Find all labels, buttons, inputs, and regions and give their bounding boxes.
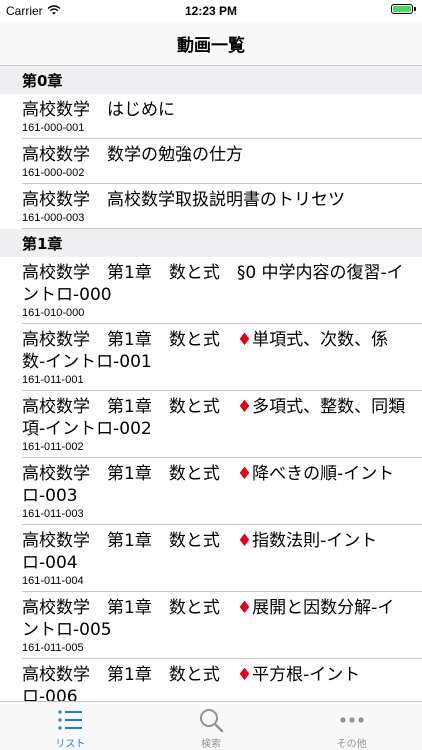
list-item[interactable]: 高校数学 第1章 数と式 ♦降べきの順-イントロ-003 161-011-003 xyxy=(0,458,422,525)
diamond-icon: ♦ xyxy=(236,330,253,350)
list-item-code: 161-000-003 xyxy=(22,212,85,224)
video-list[interactable]: 第0章 高校数学 はじめに 161-000-001 高校数学 数学の勉強の仕方 … xyxy=(0,66,422,702)
section-header-chapter-0: 第0章 xyxy=(0,66,422,94)
diamond-icon: ♦ xyxy=(236,397,253,417)
navigation-bar: 動画一覧 xyxy=(0,22,422,66)
list-item-code: 161-011-003 xyxy=(22,508,84,520)
section-header-chapter-1: 第1章 xyxy=(0,229,422,257)
list-item-title: 高校数学 第1章 数と式 ♦多項式、整数、同類項-イントロ-002 xyxy=(22,397,406,439)
more-icon xyxy=(338,706,366,733)
list-item[interactable]: 高校数学 第1章 数と式 §0 中学内容の復習-イントロ-000 161-010… xyxy=(0,257,422,324)
battery-icon xyxy=(391,4,416,14)
list-item-title: 高校数学 第1章 数と式 ♦指数法則-イントロ-004 xyxy=(22,531,378,573)
list-item-title: 高校数学 第1章 数と式 ♦平方根-イントロ-006 xyxy=(22,665,361,702)
diamond-icon: ♦ xyxy=(236,464,253,484)
list-item-code: 161-011-005 xyxy=(22,642,84,654)
status-time: 12:23 PM xyxy=(184,4,238,18)
list-item-title: 高校数学 第1章 数と式 §0 中学内容の復習-イントロ-000 xyxy=(22,263,404,305)
list-item[interactable]: 高校数学 第1章 数と式 ♦指数法則-イントロ-004 161-011-004 xyxy=(0,525,422,592)
list-item[interactable]: 高校数学 第1章 数と式 ♦展開と因数分解-イントロ-005 161-011-0… xyxy=(0,592,422,659)
list-item[interactable]: 高校数学 数学の勉強の仕方 161-000-002 xyxy=(0,139,422,184)
list-item-title: 高校数学 第1章 数と式 ♦展開と因数分解-イントロ-005 xyxy=(22,598,395,640)
list-item[interactable]: 高校数学 第1章 数と式 ♦平方根-イントロ-006 161-011-006 xyxy=(0,659,422,702)
list-item-title: 高校数学 第1章 数と式 ♦単項式、次数、係数-イントロ-001 xyxy=(22,330,389,372)
list-item-title: 高校数学 第1章 数と式 ♦降べきの順-イントロ-003 xyxy=(22,464,395,506)
list-item-code: 161-000-002 xyxy=(22,167,85,179)
list-item-title: 高校数学 はじめに xyxy=(22,100,175,120)
list-item-code: 161-011-002 xyxy=(22,441,84,453)
diamond-icon: ♦ xyxy=(236,665,253,685)
list-item-code: 161-000-001 xyxy=(22,122,85,134)
status-bar: Carrier 12:23 PM xyxy=(0,0,422,22)
diamond-icon: ♦ xyxy=(236,598,253,618)
tab-more-label: その他 xyxy=(336,739,367,750)
list-icon xyxy=(56,706,84,733)
page-title: 動画一覧 xyxy=(177,36,245,56)
tab-more[interactable]: その他 xyxy=(281,702,422,750)
diamond-icon: ♦ xyxy=(236,531,253,551)
search-icon xyxy=(197,706,225,733)
tab-list[interactable]: リスト xyxy=(0,702,141,750)
list-item-title: 高校数学 数学の勉強の仕方 xyxy=(22,145,243,165)
list-item[interactable]: 高校数学 第1章 数と式 ♦多項式、整数、同類項-イントロ-002 161-01… xyxy=(0,391,422,458)
list-item-code: 161-011-004 xyxy=(22,575,84,587)
list-item-code: 161-010-000 xyxy=(22,307,85,319)
tab-search-label: 検索 xyxy=(201,739,221,750)
list-item-code: 161-011-001 xyxy=(22,374,84,386)
list-item[interactable]: 高校数学 はじめに 161-000-001 xyxy=(0,94,422,139)
tab-bar: リスト 検索 その他 xyxy=(0,701,422,750)
list-item[interactable]: 高校数学 高校数学取扱説明書のトリセツ 161-000-003 xyxy=(0,184,422,229)
list-item[interactable]: 高校数学 第1章 数と式 ♦単項式、次数、係数-イントロ-001 161-011… xyxy=(0,324,422,391)
list-item-title: 高校数学 高校数学取扱説明書のトリセツ xyxy=(22,190,345,210)
tab-search[interactable]: 検索 xyxy=(141,702,282,750)
tab-list-label: リスト xyxy=(55,739,86,750)
